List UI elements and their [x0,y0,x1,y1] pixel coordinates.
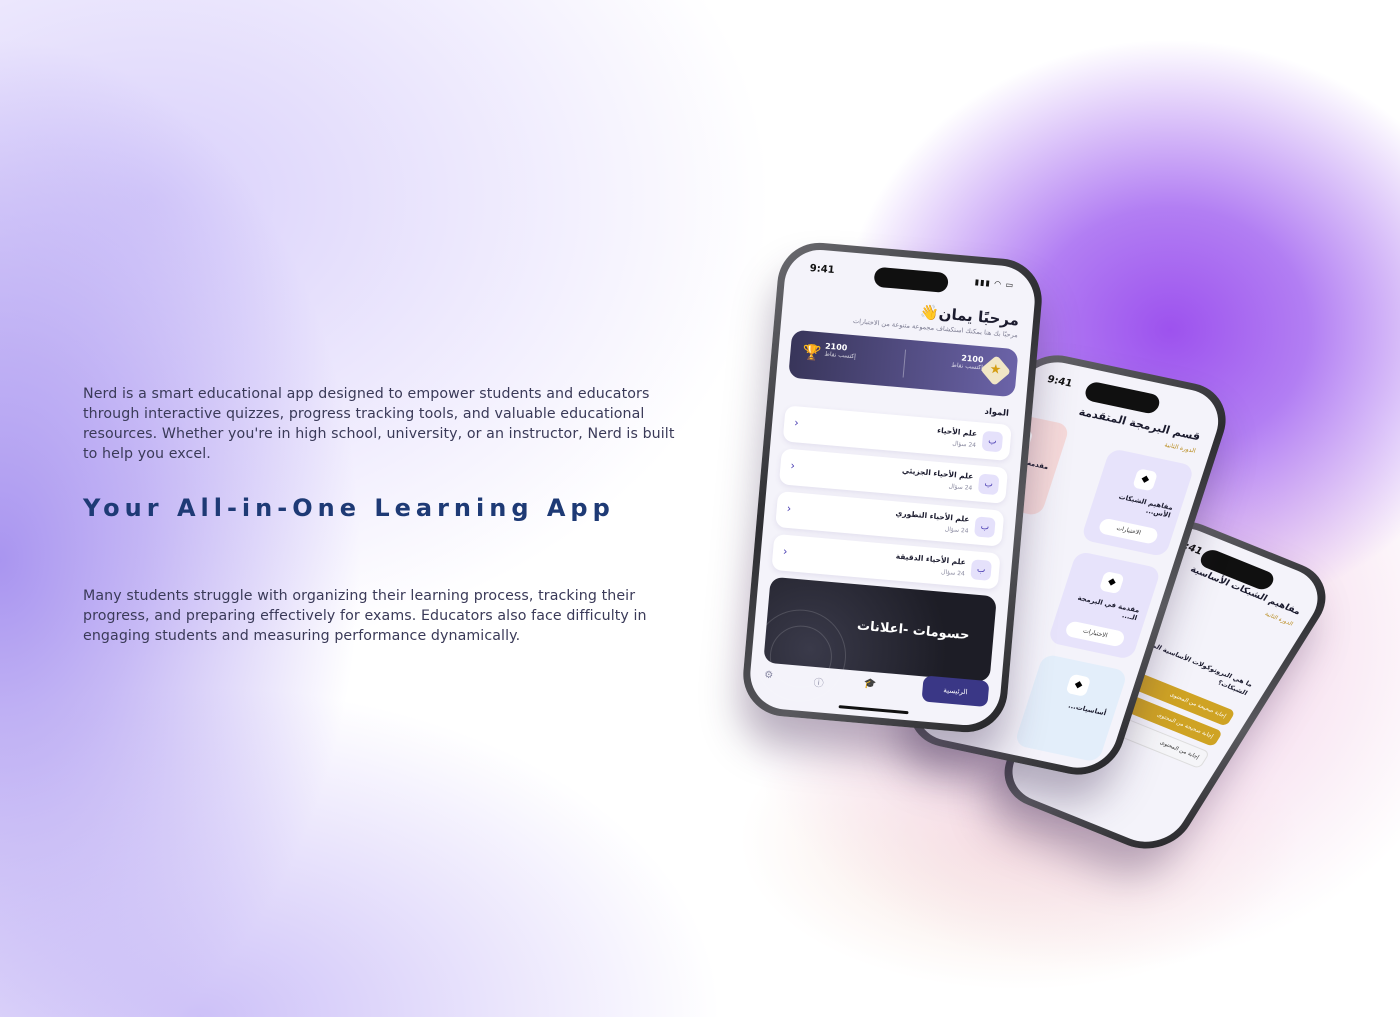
course-tile[interactable]: ◆ مفاهيم الشبكات الأس... الاختبارات [1080,448,1195,558]
chevron-left-icon: ‹ [793,416,800,430]
points-divider [902,349,906,378]
promo-text: حسومات -اعلانات [856,618,971,644]
course-name: مقدمة في البرمجة الـ... [1076,593,1141,623]
home-indicator [838,705,909,715]
course-name: مفاهيم الشبكات الأس... [1117,492,1174,520]
status-time: 9:41 [1045,374,1074,390]
signal-wifi-battery-icon: ▮▮▮ ◠ ▭ [974,277,1015,290]
trophy-icon: 🏆 [801,342,822,363]
subject-count: 24 سؤال [940,568,966,578]
section-subtitle: الدورة الثانية [1163,441,1197,455]
greeting: مرحبًا يمان👋 مرحبًا بك هنا يمكنك استكشاف… [853,297,1020,340]
quizzes-button[interactable]: الاختبارات [1097,517,1160,545]
subject-letter: ب [981,430,1004,453]
points-card[interactable]: 🏆 2100 إكتسب نقاط 2100 إكتسب نقاط ★ [788,329,1019,398]
code-icon: ◆ [1098,570,1125,595]
subject-count: 24 سؤال [948,482,973,492]
points-right: 2100 إكتسب نقاط [951,353,984,372]
info-icon[interactable]: ⓘ [813,674,824,690]
points-label: إكتسب نقاط [824,350,857,361]
quizzes-button[interactable]: الاختبارات [1064,620,1127,648]
headline: Your All-in-One Learning App [83,494,615,522]
cube-icon: ◆ [1065,673,1092,697]
settings-icon[interactable]: ⚙ [764,670,774,682]
subjects-list: ب علم الأحياء 24 سؤال ‹ ب علم الأحياء ال… [771,405,1012,596]
problem-paragraph: Many students struggle with organizing t… [83,588,647,645]
chevron-left-icon: ‹ [786,501,792,516]
subject-letter: ب [977,473,1000,496]
subject-name: علم الأحياء الجزيئي [901,465,974,481]
intro-paragraph: Nerd is a smart educational app designed… [83,386,675,463]
course-tile[interactable]: ◆ مقدمة في البرمجة الـ... الاختبارات [1047,550,1162,661]
status-time: 9:41 [809,262,836,277]
points-left: 2100 إكتسب نقاط [824,342,857,361]
subject-name: علم الأحياء التطوري [895,508,970,524]
course-tile[interactable]: ◆ أساسيات... [1013,653,1129,763]
course-name: أساسيات... [1067,701,1108,718]
subject-letter: ب [970,559,992,581]
graduation-cap-icon[interactable]: 🎓 [863,678,876,690]
points-label: إكتسب نقاط [951,361,984,372]
subject-count: 24 سؤال [944,525,969,535]
subject-letter: ب [974,516,996,539]
status-bar: 9:41 ▮▮▮ ◠ ▭ [803,260,1019,295]
chevron-left-icon: ‹ [789,459,796,473]
star-badge-icon: ★ [980,355,1012,387]
subject-count: 24 سؤال [952,440,977,450]
chevron-left-icon: ‹ [782,544,788,559]
network-icon: ◆ [1132,468,1159,492]
subject-name: علم الأحياء الدقيقة [895,551,967,567]
home-tab[interactable]: الرئيسية [921,675,990,708]
home-screen: 9:41 ▮▮▮ ◠ ▭ مرحبًا يمان👋 مرحبًا بك هنا … [747,246,1038,729]
subject-name: علم الأحياء [936,425,978,439]
phone-mockup-home: 9:41 ▮▮▮ ◠ ▭ مرحبًا يمان👋 مرحبًا بك هنا … [739,239,1046,736]
subjects-heading: المواد [984,406,1010,419]
